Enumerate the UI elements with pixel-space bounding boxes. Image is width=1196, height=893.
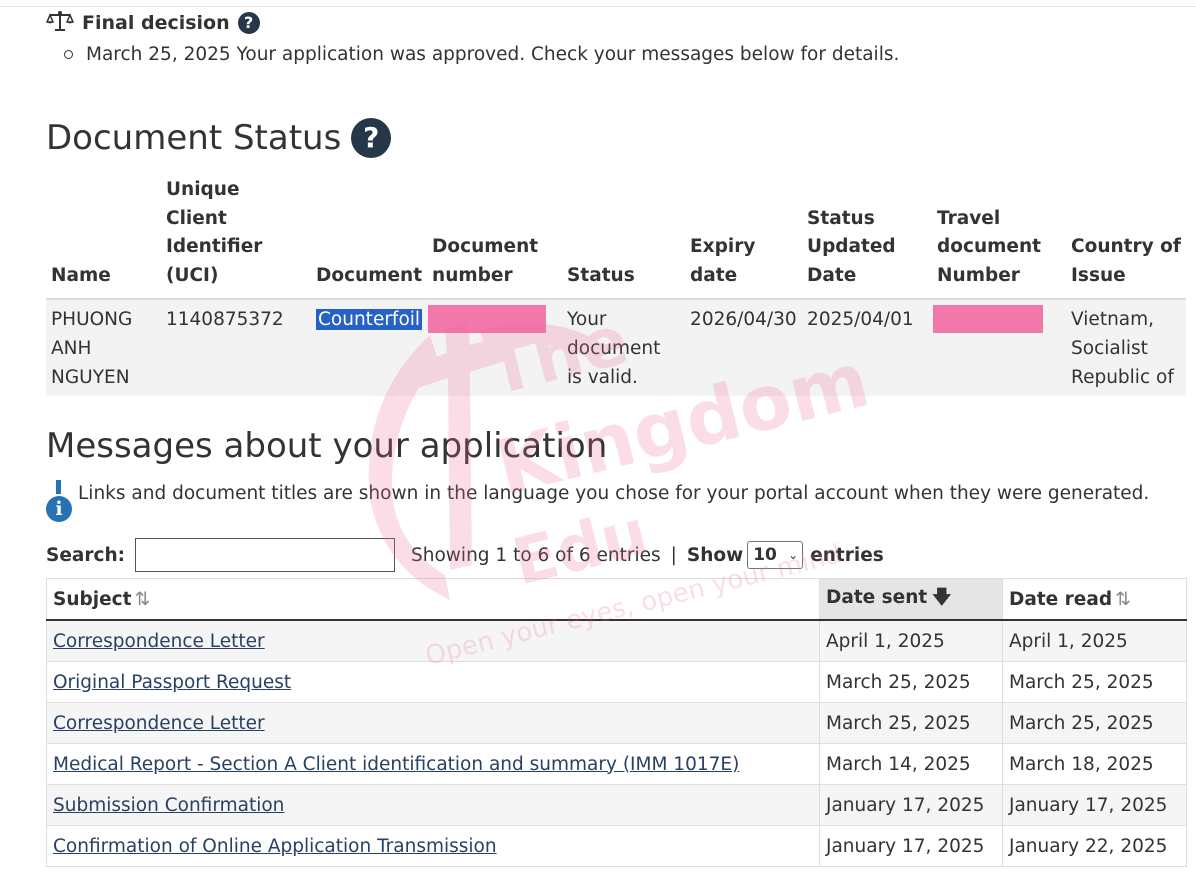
message-link[interactable]: Correspondence Letter [53,713,265,734]
cell-document: Counterfoil [311,299,428,396]
sort-icon: ⇅ [1115,588,1131,610]
show-label: Show [686,544,744,566]
message-link[interactable]: Correspondence Letter [53,631,265,652]
showing-entries-text: Showing 1 to 6 of 6 entries [411,544,661,566]
cell-expiry: 2026/04/30 [685,299,803,396]
cell-date-read: March 25, 2025 [1002,661,1187,703]
search-label: Search: [46,544,126,566]
col-country: Country of Issue [1066,176,1186,300]
document-status-help-icon[interactable]: ? [351,118,392,158]
page-length-value: 10 [753,545,777,565]
message-link[interactable]: Submission Confirmation [53,795,284,816]
document-status-title: Document Status [46,118,342,158]
cell-subject: Correspondence Letter [46,619,820,662]
message-link[interactable]: Confirmation of Online Application Trans… [53,836,497,857]
scales-icon [45,10,75,36]
bullet-icon [64,50,73,59]
sort-descending-icon: 🡇 [932,587,952,608]
cell-subject: Submission Confirmation [46,784,820,826]
col-document-number: Document number [427,176,563,300]
cell-date-sent: January 17, 2025 [819,784,1003,826]
table-row: Original Passport Request March 25, 2025… [46,661,1187,703]
info-text: Links and document titles are shown in t… [78,483,1150,504]
col-expiry: Expiry date [685,176,803,300]
cell-date-sent: January 17, 2025 [819,825,1003,867]
table-row: PHUONG ANH NGUYEN 1140875372 Counterfoil… [46,299,1186,396]
messages-table: Subject ⇅ Date sent 🡇 Date read ⇅ Correspon… [46,578,1187,867]
col-status-updated: Status Updated Date [802,176,933,300]
redaction-block [933,305,1044,333]
search-input[interactable] [135,538,396,572]
final-decision-header: Final decision ? [45,10,260,36]
col-date-sent[interactable]: Date sent 🡇 [819,578,1003,621]
table-row: Confirmation of Online Application Trans… [46,825,1187,867]
col-name: Name [46,176,161,300]
cell-subject: Medical Report - Section A Client identi… [46,743,820,785]
cell-document-number [427,299,563,396]
col-subject[interactable]: Subject ⇅ [46,578,820,621]
final-decision-text: March 25, 2025 Your application was appr… [86,44,900,65]
document-status-heading: Document Status ? [46,118,392,158]
cell-date-sent: March 25, 2025 [819,661,1003,703]
sort-icon: ⇅ [134,588,150,610]
cell-subject: Original Passport Request [46,661,820,703]
document-type-selected-text: Counterfoil [316,309,423,330]
col-status: Status [562,176,686,300]
cell-travel-doc [932,299,1067,396]
cell-date-read: March 25, 2025 [1002,702,1187,744]
messages-heading: Messages about your application [46,426,607,466]
info-icon: i [46,480,72,522]
final-decision-help-icon[interactable]: ? [237,12,260,34]
cell-date-sent: April 1, 2025 [819,619,1003,662]
cell-date-sent: March 25, 2025 [819,702,1003,744]
cell-status-updated: 2025/04/01 [802,299,933,396]
cell-status: Your document is valid. [562,299,686,396]
page-length-select[interactable]: 10 ⌄ [747,541,804,569]
chevron-down-icon: ⌄ [788,548,799,562]
entries-label: entries [810,544,884,566]
table-row: Submission Confirmation January 17, 2025… [46,784,1187,826]
table-controls: Search: Showing 1 to 6 of 6 entries | Sh… [46,535,884,575]
cell-name: PHUONG ANH NGUYEN [46,299,161,396]
document-status-table: Name Unique Client Identifier (UCI) Docu… [46,176,1186,396]
message-link[interactable]: Medical Report - Section A Client identi… [53,754,739,775]
table-row: Medical Report - Section A Client identi… [46,743,1187,785]
col-date-read[interactable]: Date read ⇅ [1002,578,1187,621]
message-link[interactable]: Original Passport Request [53,672,291,693]
col-travel-doc: Travel document Number [932,176,1067,300]
table-row: Correspondence Letter March 25, 2025 Mar… [46,702,1187,744]
redaction-block [428,305,547,333]
cell-date-read: March 18, 2025 [1002,743,1187,785]
cell-date-read: January 22, 2025 [1002,825,1187,867]
messages-title: Messages about your application [46,426,608,466]
cell-country: Vietnam, Socialist Republic of [1066,299,1186,396]
cell-date-sent: March 14, 2025 [819,743,1003,785]
cell-date-read: April 1, 2025 [1002,619,1187,662]
final-decision-title: Final decision [82,12,230,34]
info-notice: i Links and document titles are shown in… [46,480,1149,522]
separator: | [670,544,677,566]
col-uci: Unique Client Identifier (UCI) [161,176,311,300]
cell-subject: Confirmation of Online Application Trans… [46,825,820,867]
table-row: Correspondence Letter April 1, 2025 Apri… [46,619,1187,662]
top-divider [0,6,1196,7]
col-document: Document [311,176,428,300]
cell-date-read: January 17, 2025 [1002,784,1187,826]
cell-subject: Correspondence Letter [46,702,820,744]
cell-uci: 1140875372 [161,299,311,396]
final-decision-item: March 25, 2025 Your application was appr… [64,44,899,65]
messages-table-body: Correspondence Letter April 1, 2025 Apri… [46,619,1187,867]
